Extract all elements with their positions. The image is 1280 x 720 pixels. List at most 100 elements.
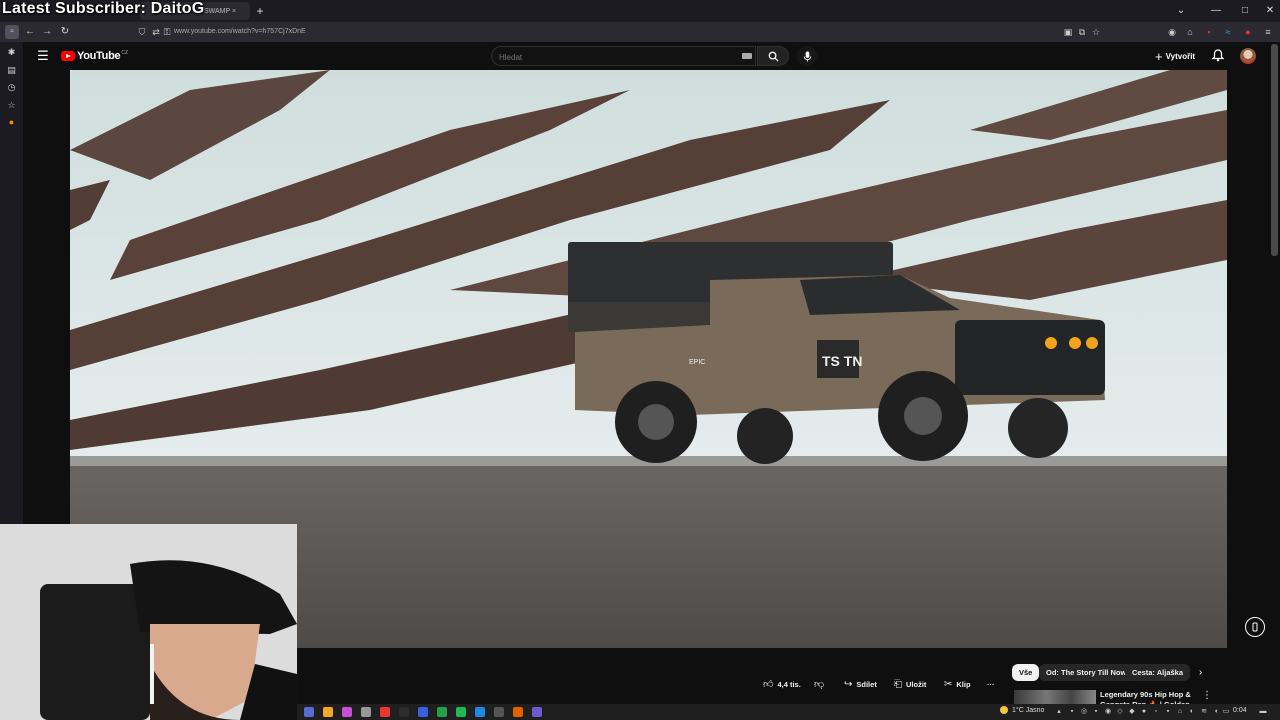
lock-icon[interactable]: ⚿ — [161, 26, 173, 38]
clip-button[interactable]: ✂ Klip — [944, 674, 971, 694]
extension-icon[interactable]: ● — [5, 116, 18, 129]
record-icon[interactable]: ● — [1242, 26, 1254, 38]
ai-icon[interactable]: ✱ — [5, 46, 18, 59]
tray-icon[interactable]: ◐ — [1188, 708, 1196, 716]
tray-icon[interactable]: ⌂ — [1176, 708, 1184, 716]
thumbs-up-icon: 👍︎ — [763, 679, 774, 690]
taskbar-app-icon[interactable] — [456, 707, 466, 717]
wifi-icon[interactable]: ≋ — [1200, 708, 1208, 716]
tray-icon[interactable]: ▫ — [1152, 708, 1160, 716]
taskbar-app-icon[interactable] — [361, 707, 371, 717]
taskbar-app-icon[interactable] — [475, 707, 485, 717]
taskbar-app-icon[interactable] — [418, 707, 428, 717]
pip-icon[interactable]: ▣ — [1062, 26, 1074, 38]
taskbar-app-icon[interactable] — [399, 707, 409, 717]
notifications-bell-icon[interactable] — [1211, 49, 1226, 63]
tray-icon[interactable]: ▪ — [1092, 708, 1100, 716]
tab-title: SWAMP × — [204, 7, 237, 15]
search-button[interactable] — [757, 46, 789, 66]
tray-icon[interactable]: ◆ — [1128, 708, 1136, 716]
truck-badge: TS TN — [822, 353, 862, 369]
menu-icon[interactable]: ≡ — [1262, 26, 1274, 38]
tray-icon[interactable]: ◉ — [1104, 708, 1112, 716]
youtube-wordmark: YouTube — [77, 50, 121, 62]
extension-icon[interactable]: ≈ — [1222, 26, 1234, 38]
taskbar-app-icon[interactable] — [494, 707, 504, 717]
taskbar-app-icon[interactable] — [532, 707, 542, 717]
youtube-logo[interactable]: YouTube CZ — [61, 50, 128, 62]
search-icon — [768, 51, 779, 62]
dislike-button[interactable]: 👎︎ — [814, 674, 828, 694]
plus-icon: + — [1155, 48, 1163, 64]
more-icon: ··· — [987, 679, 995, 689]
account-icon[interactable]: ◉ — [1166, 26, 1178, 38]
bookmarks-icon[interactable]: ▤ — [5, 64, 18, 77]
minimize-button[interactable]: — — [1209, 4, 1223, 18]
weather-widget[interactable]: 1°C Jasno — [1000, 706, 1044, 714]
new-tab-button[interactable]: + — [253, 4, 267, 18]
notification-center-icon[interactable]: ▬ — [1258, 708, 1268, 716]
reload-icon[interactable]: ↻ — [58, 25, 72, 39]
truck-decal: EPIC — [689, 359, 705, 366]
forward-icon[interactable]: → — [40, 25, 54, 39]
tray-icon[interactable]: ▴ — [1055, 708, 1063, 716]
microphone-icon — [803, 50, 811, 62]
more-actions-button[interactable]: ··· — [987, 674, 995, 694]
share-button[interactable]: ↪ Sdílet — [844, 674, 877, 694]
like-button[interactable]: 👍︎ 4,4 tis. — [763, 674, 801, 694]
taskbar-app-icon[interactable] — [437, 707, 447, 717]
share-icon: ↪ — [844, 678, 853, 690]
chevron-right-icon[interactable]: › — [1193, 665, 1208, 680]
page-scrollbar[interactable] — [1271, 44, 1278, 256]
favorites-icon[interactable]: ☆ — [5, 99, 18, 112]
weather-text: 1°C Jasno — [1012, 706, 1045, 714]
voice-search-button[interactable] — [797, 46, 817, 66]
shield-icon[interactable]: ⛉ — [136, 26, 148, 38]
taskbar-app-icon[interactable] — [342, 707, 352, 717]
taskbar-app-icon[interactable] — [323, 707, 333, 717]
tab-list-button[interactable]: ⌄ — [1174, 4, 1188, 18]
tray-icon[interactable]: ▪ — [1164, 708, 1172, 716]
tray-icon[interactable]: ◇ — [1116, 708, 1124, 716]
extensions-icon[interactable]: ⌂ — [1184, 26, 1196, 38]
create-button[interactable]: + Vytvořit — [1155, 47, 1195, 65]
back-icon[interactable]: ← — [23, 25, 37, 39]
battery-icon[interactable]: ▭ — [1222, 708, 1230, 716]
thumbs-down-icon: 👎︎ — [814, 679, 825, 690]
close-window-button[interactable]: ✕ — [1263, 4, 1277, 18]
recommended-more-icon[interactable]: ⋮ — [1202, 690, 1212, 702]
create-label: Vytvořit — [1165, 51, 1196, 61]
bookmark-icon: ⎗ — [894, 678, 902, 690]
translate-icon[interactable]: ⧉ — [1076, 26, 1088, 38]
share-label: Sdílet — [856, 679, 877, 689]
search-box — [491, 46, 756, 66]
volume-icon[interactable]: ◖ — [1212, 708, 1220, 716]
star-icon[interactable]: ☆ — [1090, 26, 1102, 38]
chip-trip[interactable]: Cesta: Aljaška — [1125, 664, 1190, 681]
scissors-icon: ✂ — [944, 678, 953, 690]
hamburger-menu-icon[interactable]: ☰ — [36, 49, 50, 63]
save-button[interactable]: ⎗ Uložit — [894, 674, 926, 694]
moon-icon — [1000, 706, 1008, 714]
tray-icon[interactable]: ◎ — [1080, 708, 1088, 716]
history-icon[interactable]: ◷ — [5, 81, 18, 94]
avatar[interactable] — [1240, 48, 1256, 64]
url-field[interactable]: www.youtube.com/watch?v=h757Cj7xDnE — [174, 28, 306, 35]
maximize-button[interactable]: □ — [1238, 4, 1252, 18]
save-label: Uložit — [906, 679, 927, 689]
adblock-icon[interactable]: ▪ — [1203, 26, 1215, 38]
tray-icon[interactable]: ▪ — [1068, 708, 1076, 716]
sidebar-toggle-icon[interactable]: ▫ — [5, 25, 19, 39]
clock[interactable]: 0:04 — [1233, 707, 1247, 714]
keyboard-icon[interactable] — [742, 53, 752, 59]
like-count: 4,4 tis. — [777, 679, 801, 689]
chip-from-channel[interactable]: Od: The Story Till Now — [1039, 664, 1134, 681]
streamer-camera-image — [0, 524, 297, 720]
taskbar-app-icon[interactable] — [513, 707, 523, 717]
taskbar-app-icon[interactable] — [304, 707, 314, 717]
tray-icon[interactable]: ● — [1140, 708, 1148, 716]
video-overlay-button[interactable] — [1245, 617, 1265, 637]
taskbar-app-icon[interactable] — [380, 707, 390, 717]
chip-all[interactable]: Vše — [1012, 664, 1040, 681]
search-input[interactable] — [499, 51, 729, 63]
